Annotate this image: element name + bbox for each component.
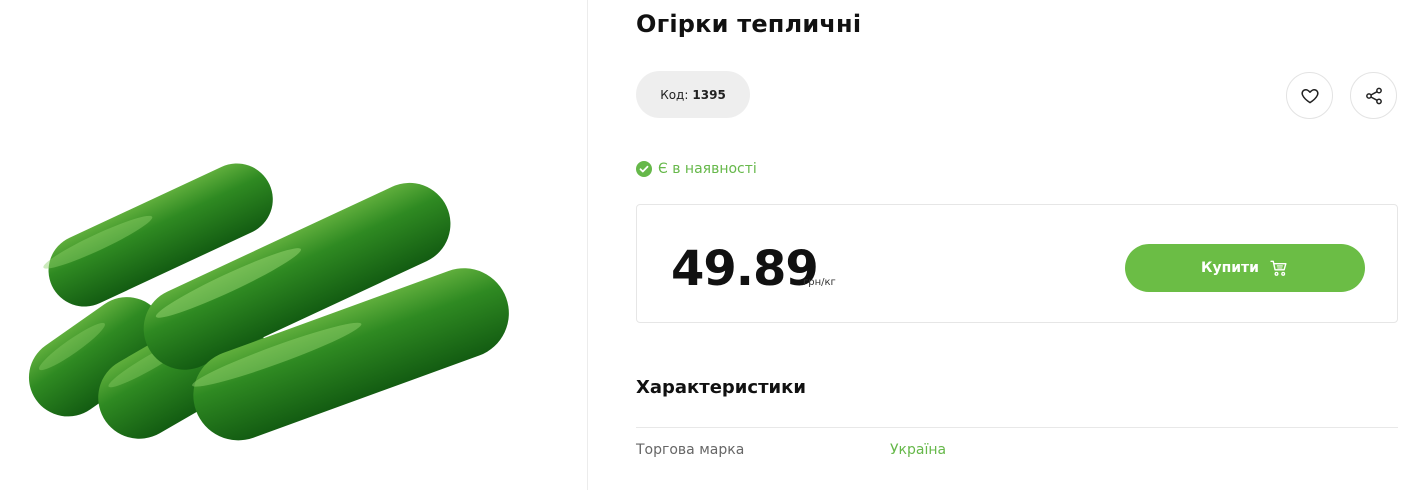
share-button[interactable] (1350, 72, 1397, 119)
characteristic-name: Торгова марка (636, 442, 745, 458)
buy-button-label: Купити (1201, 260, 1259, 276)
characteristics-divider (636, 427, 1398, 428)
product-title: Огірки тепличні (636, 10, 862, 38)
characteristics-title: Характеристики (636, 377, 806, 398)
product-gallery (0, 0, 588, 490)
availability-status: Є в наявності (636, 161, 757, 177)
share-icon (1365, 87, 1382, 104)
product-info: Огірки тепличні Код: 1395 Є в наявності … (636, 0, 1398, 490)
price-value: 49.89 (671, 241, 819, 297)
heart-icon (1300, 88, 1319, 103)
product-code-label: Код: (660, 87, 689, 102)
characteristic-value-link[interactable]: Україна (890, 442, 946, 458)
cart-icon (1270, 260, 1287, 276)
check-circle-icon (636, 161, 652, 177)
favorite-button[interactable] (1286, 72, 1333, 119)
cucumber-image[interactable] (0, 128, 510, 478)
characteristics-row: Торгова марка Україна (636, 442, 1398, 462)
price-panel: 49.89 грн/кг Купити (636, 204, 1398, 323)
buy-button[interactable]: Купити (1125, 244, 1365, 292)
price-unit: грн/кг (803, 277, 836, 288)
availability-text: Є в наявності (658, 161, 757, 177)
product-code-value: 1395 (692, 87, 726, 102)
product-code-badge: Код: 1395 (636, 71, 750, 118)
